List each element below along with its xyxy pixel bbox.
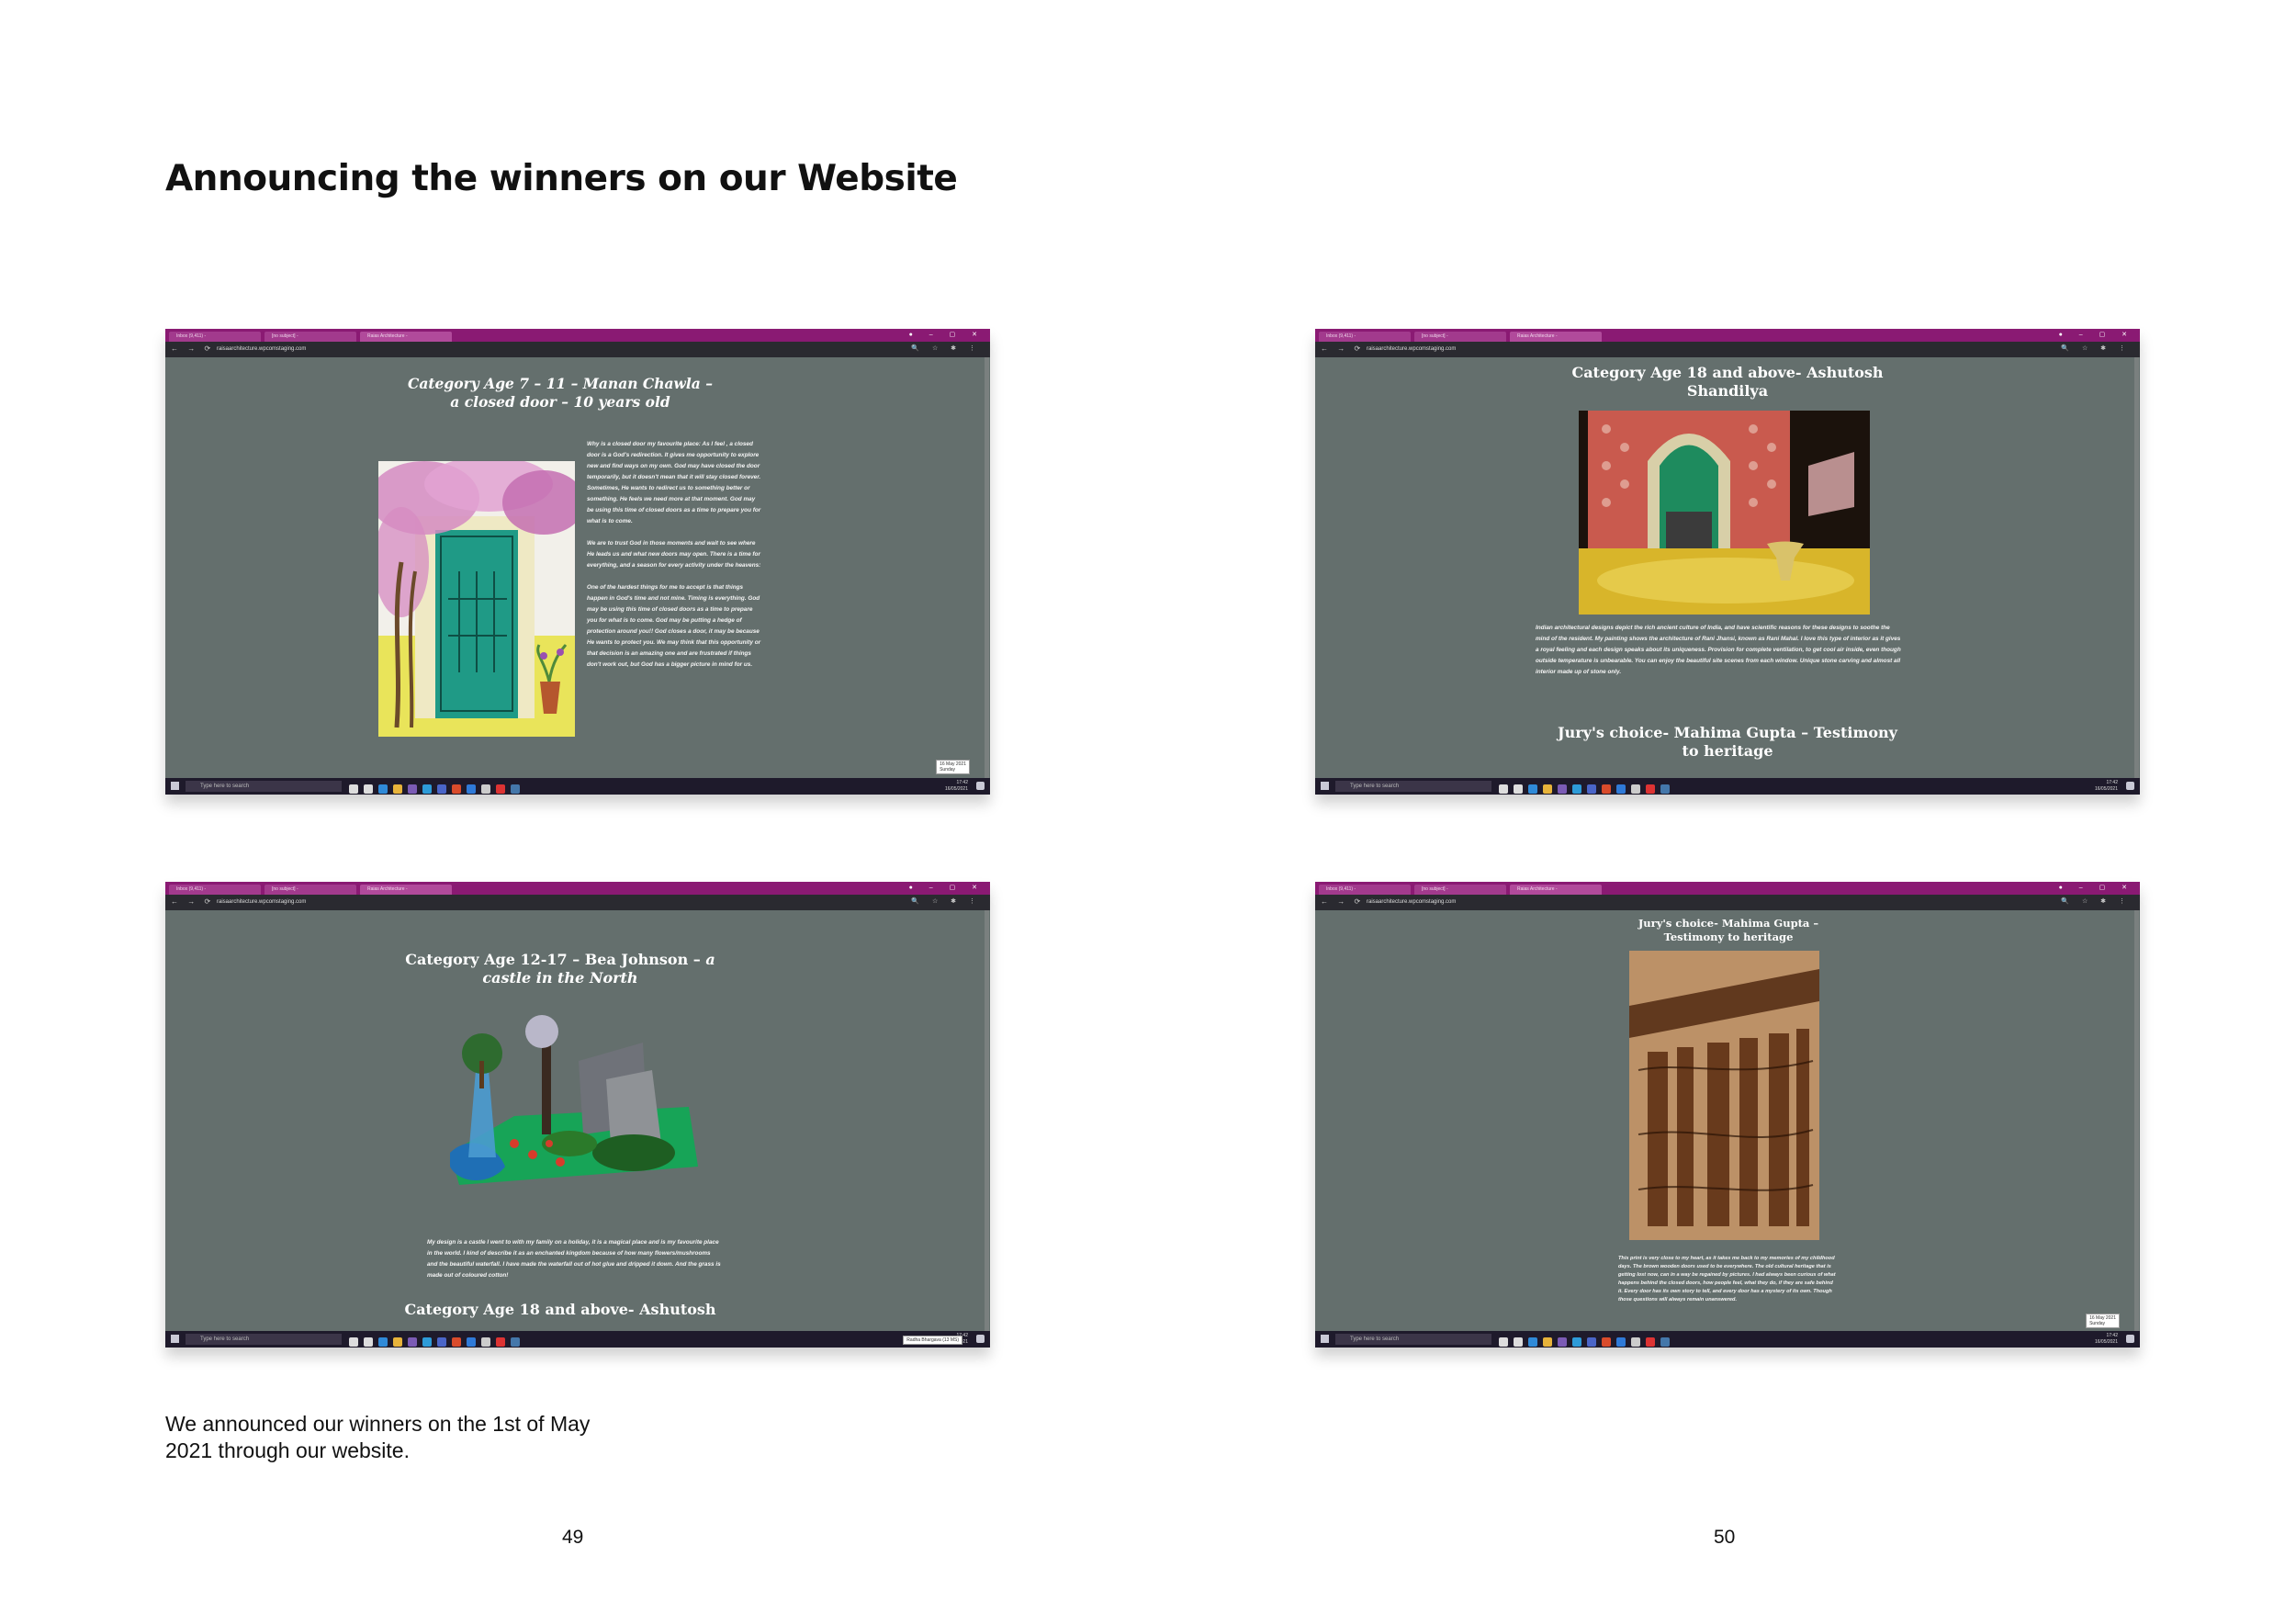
browser-tab[interactable]: Raias Architecture - — [360, 332, 452, 342]
taskbar-clock[interactable]: 17:42 16/05/2021 — [945, 780, 968, 793]
post-title-line: Testimony to heritage — [1663, 930, 1794, 943]
browser-tab[interactable]: [no subject] - — [1414, 332, 1506, 342]
post-title: Jury's choice- Mahima Gupta – Testimony … — [1591, 917, 1866, 944]
nav-arrows-icon[interactable]: ← → ⟳ — [1321, 897, 1364, 906]
taskbar: Type here to search 17:42 16/05/2021 — [165, 1331, 990, 1348]
user-tooltip: Radha Bhargava (13 MS) — [903, 1336, 962, 1345]
post-title-line: Category Age 7 – 11 – Manan Chawla – — [408, 375, 713, 392]
clock-tooltip: 16 May 2021 Sunday — [2086, 1314, 2120, 1328]
post-subtitle: Jury's choice- Mahima Gupta – Testimony … — [1558, 724, 1897, 760]
taskbar-apps[interactable] — [349, 1335, 560, 1347]
browser-tab[interactable]: [no subject] - — [264, 332, 356, 342]
post-title-line: Category Age 12-17 – Bea Johnson – — [405, 951, 706, 968]
browser-tab[interactable]: Raias Architecture - — [360, 885, 452, 895]
artwork-rani-mahal — [1579, 411, 1870, 615]
taskbar-search-input[interactable]: Type here to search — [1335, 781, 1491, 792]
start-icon[interactable] — [171, 782, 179, 790]
toolbar-icons[interactable]: 🔍 ☆ ✱ ⋮ — [911, 897, 981, 905]
start-icon[interactable] — [171, 1335, 179, 1343]
window-controls[interactable]: ● – ▢ ✕ — [909, 884, 985, 891]
scrollbar[interactable] — [985, 357, 989, 778]
taskbar-clock[interactable]: 17:42 16/05/2021 — [2095, 1333, 2118, 1346]
page-title: Announcing the winners on our Website — [165, 158, 958, 199]
taskbar: Type here to search 17:42 16/05/2021 — [1315, 778, 2140, 795]
window-controls[interactable]: ● – ▢ ✕ — [2059, 884, 2134, 891]
browser-tab-bar: Inbox (9,411) - [no subject] - Raias Arc… — [1315, 329, 2140, 342]
browser-tab-bar: Inbox (9,411) - [no subject] - Raias Arc… — [165, 882, 990, 895]
browser-tab-bar: Inbox (9,411) - [no subject] - Raias Arc… — [165, 329, 990, 342]
browser-tab[interactable]: Inbox (9,411) - — [1319, 332, 1411, 342]
artwork-castle-model — [450, 1015, 698, 1185]
taskbar: Type here to search 17:42 16/05/2021 — [1315, 1331, 2140, 1348]
address-bar: ← → ⟳ raisaarchitecture.wpcomstaging.com… — [165, 342, 990, 357]
address-bar: ← → ⟳ raisaarchitecture.wpcomstaging.com… — [1315, 895, 2140, 910]
url-field[interactable]: raisaarchitecture.wpcomstaging.com — [1367, 898, 1456, 907]
notification-icon[interactable] — [976, 1335, 985, 1343]
post-body-text: Why is a closed door my favourite place:… — [587, 441, 761, 668]
page-number-left: 49 — [562, 1527, 584, 1548]
taskbar-apps[interactable] — [1499, 782, 1710, 794]
screenshot-bea-johnson: Inbox (9,411) - [no subject] - Raias Arc… — [165, 882, 990, 1348]
post-title: Category Age 12-17 – Bea Johnson – a cas… — [386, 951, 735, 987]
artwork-closed-door — [378, 461, 575, 737]
browser-tab[interactable]: Inbox (9,411) - — [1319, 885, 1411, 895]
scrollbar[interactable] — [985, 910, 989, 1331]
notification-icon[interactable] — [976, 782, 985, 790]
post-body-text: Indian architectural designs depict the … — [1536, 625, 1901, 675]
nav-arrows-icon[interactable]: ← → ⟳ — [1321, 344, 1364, 353]
notification-icon[interactable] — [2126, 782, 2134, 790]
browser-tab[interactable]: Inbox (9,411) - — [169, 332, 261, 342]
toolbar-icons[interactable]: 🔍 ☆ ✱ ⋮ — [2061, 344, 2131, 352]
browser-tab[interactable]: [no subject] - — [264, 885, 356, 895]
post-title-line: a closed door – 10 years old — [450, 393, 670, 411]
screenshot-mahima-gupta: Inbox (9,411) - [no subject] - Raias Arc… — [1315, 882, 2140, 1348]
screenshot-manan-chawla: Inbox (9,411) - [no subject] - Raias Arc… — [165, 329, 990, 795]
window-controls[interactable]: ● – ▢ ✕ — [909, 331, 985, 338]
nav-arrows-icon[interactable]: ← → ⟳ — [171, 897, 214, 906]
post-title-line: Jury's choice- Mahima Gupta – — [1638, 917, 1819, 930]
start-icon[interactable] — [1321, 1335, 1329, 1343]
taskbar-apps[interactable] — [1499, 1335, 1710, 1347]
screenshot-ashutosh-shandilya: Inbox (9,411) - [no subject] - Raias Arc… — [1315, 329, 2140, 795]
scrollbar[interactable] — [2134, 910, 2139, 1331]
clock-tooltip: 16 May 2021 Sunday — [936, 760, 970, 774]
taskbar-apps[interactable] — [349, 782, 560, 794]
browser-tab[interactable]: Inbox (9,411) - — [169, 885, 261, 895]
browser-tab[interactable]: Raias Architecture - — [1510, 885, 1602, 895]
post-title-italic: a — [705, 951, 715, 968]
taskbar-search-input[interactable]: Type here to search — [186, 1334, 342, 1345]
post-title-line: castle in the North — [482, 969, 638, 987]
browser-tab-bar: Inbox (9,411) - [no subject] - Raias Arc… — [1315, 882, 2140, 895]
url-field[interactable]: raisaarchitecture.wpcomstaging.com — [1367, 345, 1456, 354]
taskbar-clock[interactable]: 17:42 16/05/2021 — [2095, 780, 2118, 793]
browser-tab[interactable]: Raias Architecture - — [1510, 332, 1602, 342]
url-field[interactable]: raisaarchitecture.wpcomstaging.com — [217, 898, 306, 907]
address-bar: ← → ⟳ raisaarchitecture.wpcomstaging.com… — [1315, 342, 2140, 357]
next-post-title: Category Age 18 and above- Ashutosh — [404, 1301, 716, 1318]
post-title: Category Age 18 and above- Ashutosh Shan… — [1571, 364, 1884, 400]
browser-tab[interactable]: [no subject] - — [1414, 885, 1506, 895]
caption-text: We announced our winners on the 1st of M… — [165, 1412, 591, 1462]
post-body-text: This print is very close to my heart, as… — [1618, 1256, 1836, 1303]
taskbar-search-input[interactable]: Type here to search — [186, 781, 342, 792]
artwork-wooden-doors-print — [1629, 951, 1819, 1240]
url-field[interactable]: raisaarchitecture.wpcomstaging.com — [217, 345, 306, 354]
scrollbar[interactable] — [2134, 357, 2139, 778]
taskbar: Type here to search 17:42 16/05/2021 — [165, 778, 990, 795]
start-icon[interactable] — [1321, 782, 1329, 790]
nav-arrows-icon[interactable]: ← → ⟳ — [171, 344, 214, 353]
post-body-text: My design is a castle I went to with my … — [427, 1239, 721, 1279]
taskbar-search-input[interactable]: Type here to search — [1335, 1334, 1491, 1345]
address-bar: ← → ⟳ raisaarchitecture.wpcomstaging.com… — [165, 895, 990, 910]
notification-icon[interactable] — [2126, 1335, 2134, 1343]
page-number-right: 50 — [1714, 1527, 1736, 1548]
window-controls[interactable]: ● – ▢ ✕ — [2059, 331, 2134, 338]
toolbar-icons[interactable]: 🔍 ☆ ✱ ⋮ — [2061, 897, 2131, 905]
toolbar-icons[interactable]: 🔍 ☆ ✱ ⋮ — [911, 344, 981, 352]
post-title: Category Age 7 – 11 – Manan Chawla – a c… — [386, 375, 735, 412]
